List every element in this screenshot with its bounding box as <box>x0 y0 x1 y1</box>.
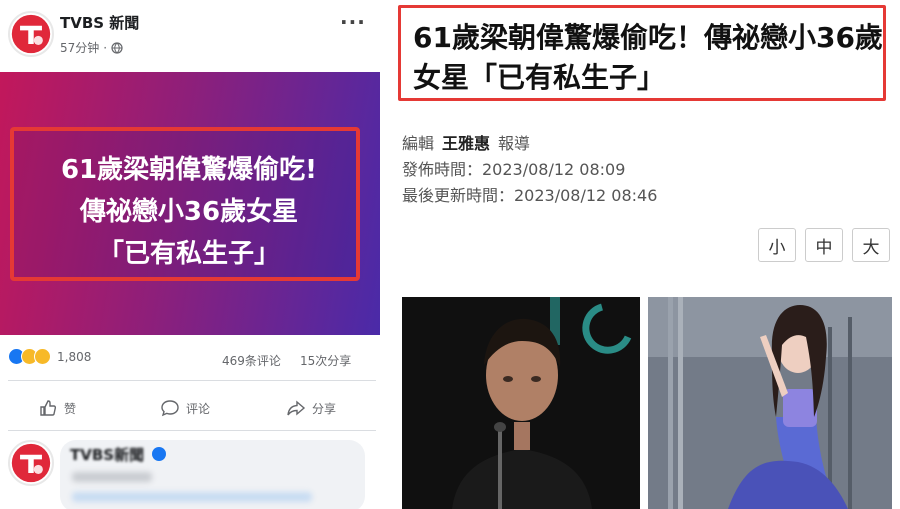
share-label: 分享 <box>312 401 337 416</box>
tvbs-logo-avatar[interactable] <box>8 11 54 57</box>
blurred-text <box>72 492 312 502</box>
comment-icon <box>161 400 179 417</box>
post-meta: 57分钟 · <box>60 39 123 56</box>
like-button[interactable]: 赞 <box>38 398 76 418</box>
banner-line-2: 傳祕戀小36歲女星 <box>79 197 299 227</box>
post-time[interactable]: 57分钟 <box>60 39 99 56</box>
news-article: 61歲梁朝偉驚爆偷吃！傳祕戀小36歲女星「已有私生子」 編輯 王雅惠 報導 發佈時間… <box>392 0 900 509</box>
banner-line-3: 「已有私生子」 <box>97 239 280 269</box>
share-button[interactable]: 分享 <box>286 398 336 418</box>
verified-badge-icon <box>152 447 166 461</box>
facebook-post: TVBS 新聞 57分钟 · ··· 61歲梁朝偉驚爆偷吃! 傳祕戀小36歲女星… <box>0 0 392 509</box>
globe-icon <box>111 41 123 54</box>
article-photo-right <box>648 297 892 509</box>
editor-name[interactable]: 王雅惠 <box>442 134 490 153</box>
font-size-small-button[interactable]: 小 <box>758 228 796 262</box>
more-options-icon[interactable]: ··· <box>340 10 366 34</box>
article-photo-left <box>402 297 640 509</box>
headline-highlight-box: 61歲梁朝偉驚爆偷吃！傳祕戀小36歲女星「已有私生子」 <box>398 5 886 101</box>
comment-label: 评论 <box>186 401 211 416</box>
article-headline: 61歲梁朝偉驚爆偷吃！傳祕戀小36歲女星「已有私生子」 <box>413 21 883 94</box>
post-image-banner[interactable]: 61歲梁朝偉驚爆偷吃! 傳祕戀小36歲女星 「已有私生子」 <box>0 72 380 335</box>
shares-count[interactable]: 15次分享 <box>300 352 351 369</box>
share-icon <box>287 400 306 416</box>
wow-reaction-icon <box>34 348 51 365</box>
divider <box>8 380 376 381</box>
commenter-avatar[interactable] <box>8 440 54 486</box>
comments-count[interactable]: 469条评论 <box>222 352 281 369</box>
page-name[interactable]: TVBS 新聞 <box>60 12 139 33</box>
font-size-medium-button[interactable]: 中 <box>805 228 843 262</box>
divider <box>8 430 376 431</box>
blurred-text <box>72 472 152 482</box>
like-label: 赞 <box>64 401 77 416</box>
editor-label: 編輯 <box>402 134 435 153</box>
font-size-large-button[interactable]: 大 <box>852 228 890 262</box>
post-stats: 1,808 469条评论 15次分享 <box>0 342 392 372</box>
editor-line: 編輯 王雅惠 報導 <box>402 130 530 154</box>
comment-item: TVBS新聞 <box>0 438 392 509</box>
comment-bubble[interactable]: TVBS新聞 <box>60 440 365 509</box>
banner-line-1: 61歲梁朝偉驚爆偷吃! <box>60 155 318 185</box>
post-header: TVBS 新聞 57分钟 · ··· <box>0 0 392 70</box>
editor-suffix: 報導 <box>498 134 531 153</box>
post-actions: 赞 评论 分享 <box>0 392 392 424</box>
updated-time: 最後更新時間：2023/08/12 08:46 <box>402 186 658 205</box>
reactions-summary[interactable]: 1,808 <box>8 348 91 365</box>
banner-highlight-box: 61歲梁朝偉驚爆偷吃! 傳祕戀小36歲女星 「已有私生子」 <box>10 127 360 281</box>
published-time: 發佈時間：2023/08/12 08:09 <box>402 160 626 179</box>
commenter-name[interactable]: TVBS新聞 <box>70 444 144 465</box>
dot-separator: · <box>103 40 108 55</box>
comment-button[interactable]: 评论 <box>160 398 210 418</box>
reaction-count: 1,808 <box>57 349 92 364</box>
thumbs-up-icon <box>40 400 57 416</box>
